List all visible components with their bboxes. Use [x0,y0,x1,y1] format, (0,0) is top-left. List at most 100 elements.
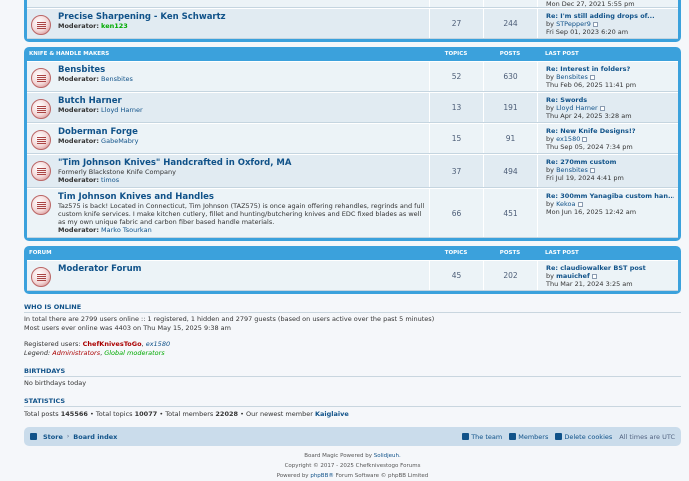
moderator-link[interactable]: timos [101,176,119,184]
moderator-link[interactable]: ken123 [101,22,128,30]
forum-row[interactable]: Tim Johnson Knives and Handles Taz575 is… [27,188,678,238]
forum-title-link[interactable]: Butch Harner [58,96,143,106]
last-post-link[interactable]: Re: I'm still adding drops of... [546,12,674,20]
page-wrap: Mon Dec 27, 2021 5:55 pm Precise Sharpen… [24,0,681,481]
forum-row[interactable]: Precise Sharpening - Ken Schwartz Modera… [27,8,678,39]
shield-icon [462,433,470,440]
last-post-user[interactable]: STPepper9 [556,20,591,28]
members-link[interactable]: Members [518,433,548,441]
user-link[interactable]: ChefKnivesToGo [83,340,142,348]
view-latest-post-icon[interactable] [582,136,588,142]
birthdays-text: No birthdays today [24,379,87,387]
moderator-link[interactable]: Lloyd Harner [101,106,143,114]
last-post-date: Thu Apr 24, 2025 3:28 am [546,112,632,120]
view-latest-post-icon[interactable] [592,21,598,27]
topics-count: 52 [429,62,483,91]
newest-member-link[interactable]: Kaiglaive [315,410,349,418]
last-post-link[interactable]: Re: 300mm Yanagiba custom han... [546,192,674,200]
last-post: Re: claudiowalker BST post by mauichef T… [537,261,678,290]
posts-count: 244 [483,9,537,38]
delete-cookies-link[interactable]: Delete cookies [564,433,612,441]
forum-read-icon [31,15,51,35]
forum-title-link[interactable]: Tim Johnson Knives and Handles [58,192,425,202]
forum-row[interactable]: Bensbites Moderator: Bensbites 52 630 Re… [27,61,678,92]
legend-gmods-link[interactable]: Global moderators [104,349,164,357]
last-post-link[interactable]: Re: Interest in folders? [546,65,674,73]
last-post-date: Mon Dec 27, 2021 5:55 pm [537,0,678,8]
view-latest-post-icon[interactable] [591,273,597,279]
view-latest-post-icon[interactable] [599,105,605,111]
forum-row[interactable]: "Tim Johnson Knives" Handcrafted in Oxfo… [27,154,678,188]
last-post-user[interactable]: Bensbites [556,73,588,81]
last-post: Re: Swords by Lloyd Harner Thu Apr 24, 2… [537,93,678,122]
forum-read-icon [31,161,51,181]
footer: Board Magic Powered by Solidjeuh. Copyri… [276,453,429,479]
forum-read-icon [31,68,51,88]
online-record: Most users ever online was 4403 on Thu M… [24,324,231,332]
category-header: Knife & Handle Makers Topics Posts Last … [27,51,579,57]
team-link[interactable]: The team [471,433,502,441]
last-post-link[interactable]: Re: claudiowalker BST post [546,264,674,272]
forum-row: Mon Dec 27, 2021 5:55 pm [27,0,678,8]
forum-title-link[interactable]: Doberman Forge [58,127,138,137]
legend-admins-link[interactable]: Administrators [52,349,100,357]
last-post-user[interactable]: ex1580 [556,135,580,143]
last-post-user[interactable]: Bensbites [556,166,588,174]
last-post-date: Thu Sep 05, 2024 7:34 pm [546,143,633,151]
last-post-user[interactable]: Lloyd Harner [556,104,598,112]
posts-count: 191 [483,93,537,122]
moderator-line: Moderator: Lloyd Harner [58,106,143,114]
phpbb-link[interactable]: phpBB® [310,473,334,479]
last-post-user[interactable]: Kekoa [556,200,575,208]
moderator-line: Moderator: Marko Tsourkan [58,226,152,234]
category-title[interactable]: Forum [27,250,429,256]
forum-list: Moderator Forum 45 202 Re: claudiowalker… [27,260,678,291]
user-link[interactable]: ex1580 [146,340,170,348]
forum-title-link[interactable]: Bensbites [58,65,133,75]
last-post-date: Mon Jun 16, 2025 12:42 am [546,208,637,216]
moderator-link[interactable]: Marko Tsourkan [101,226,152,234]
bottom-navbar: Store › Board index The team Members Del… [24,427,681,446]
moderator-line: Moderator: Bensbites [58,75,133,83]
last-post-date: Fri Jul 19, 2024 4:41 pm [546,174,624,182]
forum-list: Bensbites Moderator: Bensbites 52 630 Re… [27,61,678,238]
store-link[interactable]: Store [43,433,63,441]
last-post-link[interactable]: Re: Swords [546,96,674,104]
moderator-line: Moderator: GabeMabry [58,137,139,145]
category-header: Forum Topics Posts Last post [27,250,579,256]
forum-read-icon [31,99,51,119]
statistics-text: Total posts 145566 • Total topics 10077 … [24,410,349,418]
posts-count: 630 [483,62,537,91]
forum-title-link[interactable]: Precise Sharpening - Ken Schwartz [58,12,226,22]
forum-read-icon [31,267,51,287]
category-title[interactable]: Knife & Handle Makers [27,51,429,57]
forum-title-link[interactable]: Moderator Forum [58,264,142,274]
solidjeuh-link[interactable]: Solidjeuh. [374,453,401,459]
last-post-date: Fri Sep 01, 2023 6:20 am [546,28,629,36]
who-is-online-heading[interactable]: Who is online [24,303,681,313]
registered-users: Registered users: ChefKnivesToGo, ex1580 [24,340,171,348]
legend: Legend: Administrators, Global moderator… [24,349,165,357]
forum-description: Formerly Blackstone Knife Company [58,168,176,176]
moderator-link[interactable]: GabeMabry [101,137,138,145]
board-index-link[interactable]: Board index [73,433,117,441]
view-latest-post-icon[interactable] [589,74,595,80]
topics-count: 13 [429,93,483,122]
last-post: Re: 270mm custom by Bensbites Fri Jul 19… [537,155,678,187]
forum-row[interactable]: Moderator Forum 45 202 Re: claudiowalker… [27,260,678,291]
forum-row[interactable]: Doberman Forge Moderator: GabeMabry 15 9… [27,123,678,154]
topics-count: 27 [429,9,483,38]
forum-category-knife-makers: Knife & Handle Makers Topics Posts Last … [24,47,681,241]
posts-count: 494 [483,155,537,187]
moderator-link[interactable]: Bensbites [101,75,133,83]
forum-description: Taz575 is back! Located in Connecticut, … [58,202,425,226]
forum-title-link[interactable]: "Tim Johnson Knives" Handcrafted in Oxfo… [58,158,291,168]
moderator-line: Moderator: ken123 [58,22,128,30]
last-post-user[interactable]: mauichef [556,272,590,280]
view-latest-post-icon[interactable] [589,167,595,173]
forum-row[interactable]: Butch Harner Moderator: Lloyd Harner 13 … [27,92,678,123]
forum-category-forum: Forum Topics Posts Last post Moderator F… [24,246,681,294]
view-latest-post-icon[interactable] [577,201,583,207]
last-post-link[interactable]: Re: 270mm custom [546,158,674,166]
last-post-link[interactable]: Re: New Knife Designs!? [546,127,674,135]
